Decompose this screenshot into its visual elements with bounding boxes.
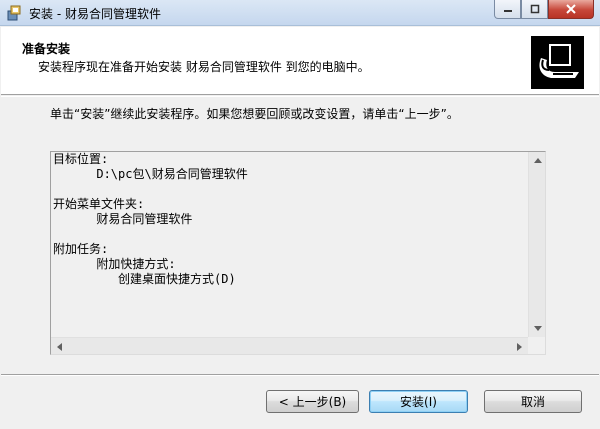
- computer-install-icon: [531, 36, 584, 89]
- scroll-left-button[interactable]: [51, 338, 68, 355]
- memo-line: 目标位置:: [53, 152, 109, 166]
- memo-line: D:\pc包\财易合同管理软件: [53, 167, 248, 181]
- memo-line: 开始菜单文件夹:: [53, 197, 145, 211]
- horizontal-scrollbar[interactable]: [51, 337, 528, 354]
- intro-text: 单击“安装”继续此安装程序。如果您想要回顾或改变设置，请单击“上一步”。: [50, 107, 459, 121]
- wizard-header: 准备安装 安装程序现在准备开始安装 财易合同管理软件 到您的电脑中。: [1, 27, 599, 95]
- cancel-button[interactable]: 取消: [484, 390, 582, 413]
- install-button[interactable]: 安装(I): [369, 390, 468, 413]
- arrow-up-icon: [533, 158, 542, 163]
- back-button[interactable]: < 上一步(B): [266, 390, 359, 413]
- arrow-right-icon: [517, 342, 522, 351]
- page-subtitle: 安装程序现在准备开始安装 财易合同管理软件 到您的电脑中。: [38, 60, 370, 74]
- arrow-left-icon: [57, 342, 62, 351]
- scrollbar-corner: [528, 337, 545, 354]
- title-bar[interactable]: 安装 - 财易合同管理软件: [0, 0, 600, 26]
- memo-line: [53, 182, 527, 197]
- maximize-button[interactable]: [521, 0, 548, 19]
- page-title: 准备安装: [22, 42, 71, 56]
- maximize-icon: [530, 4, 539, 14]
- scroll-up-button[interactable]: [529, 152, 546, 169]
- scroll-down-button[interactable]: [529, 320, 546, 337]
- memo-line: [53, 227, 527, 242]
- header-separator: [1, 96, 599, 97]
- memo-text: 目标位置: D:\pc包\财易合同管理软件 开始菜单文件夹: 财易合同管理软件 附加…: [53, 152, 527, 336]
- summary-memo[interactable]: 目标位置: D:\pc包\财易合同管理软件 开始菜单文件夹: 财易合同管理软件 附加…: [50, 151, 546, 355]
- window-controls: [494, 0, 594, 20]
- memo-line: 创建桌面快捷方式(D): [53, 272, 236, 286]
- close-icon: [566, 4, 576, 14]
- close-button[interactable]: [548, 0, 594, 19]
- vertical-scrollbar[interactable]: [528, 152, 545, 337]
- memo-line: 附加任务:: [53, 242, 109, 256]
- arrow-down-icon: [533, 326, 542, 331]
- minimize-button[interactable]: [494, 0, 521, 19]
- minimize-icon: [503, 10, 512, 12]
- window-title: 安装 - 财易合同管理软件: [29, 7, 161, 21]
- installer-icon[interactable]: [7, 5, 23, 21]
- memo-line: 财易合同管理软件: [53, 212, 193, 226]
- memo-line: 附加快捷方式:: [53, 257, 176, 271]
- footer-separator: [1, 374, 599, 376]
- scroll-right-button[interactable]: [511, 338, 528, 355]
